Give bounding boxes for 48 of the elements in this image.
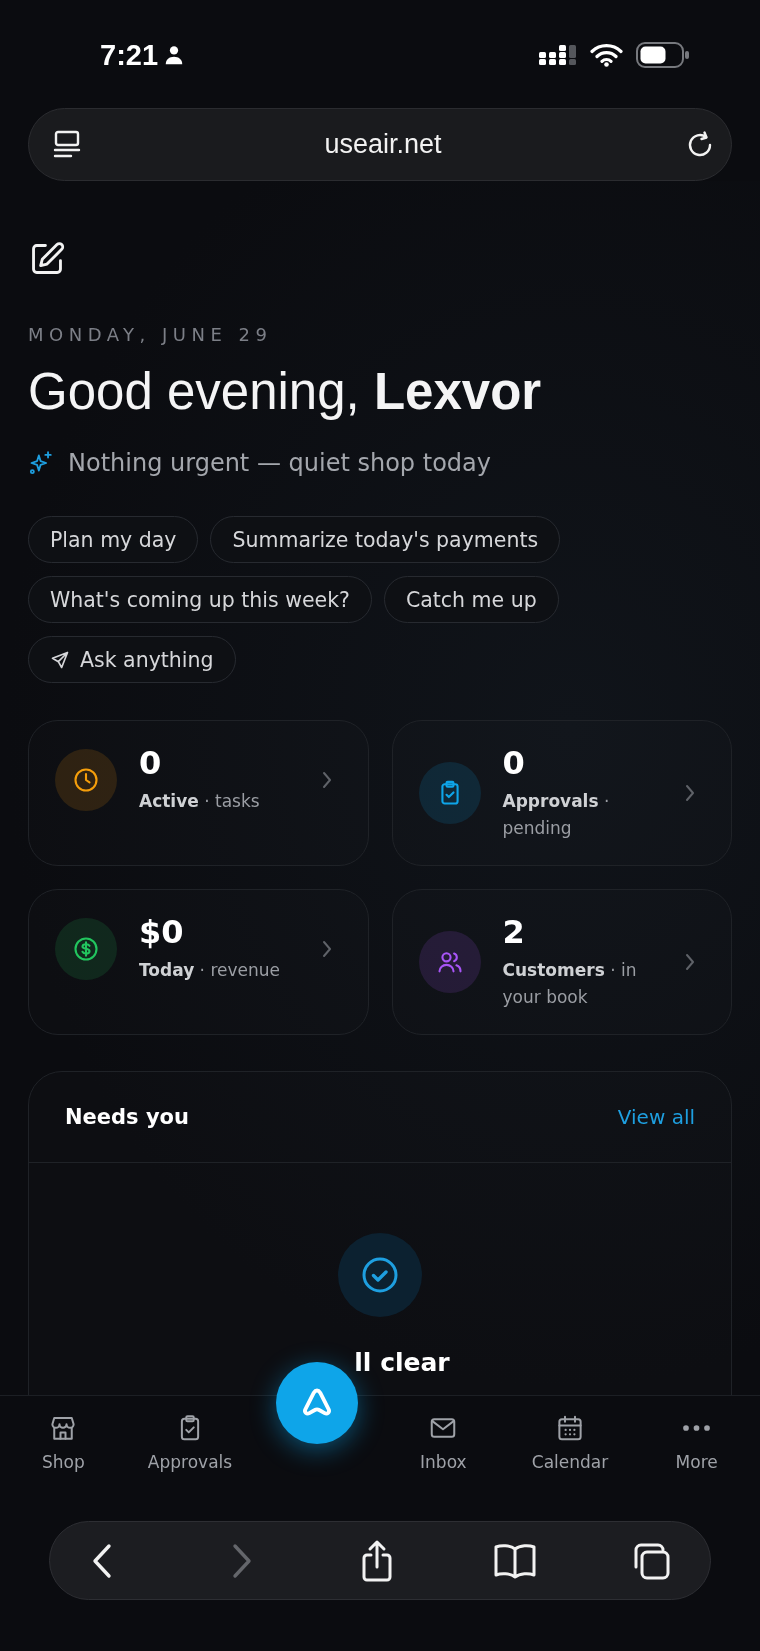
stat-label: Approvals · pending xyxy=(502,790,611,840)
date-label: MONDAY, JUNE 29 xyxy=(28,324,274,346)
battery-icon xyxy=(636,42,690,68)
greeting-heading: Good evening, Lexvor xyxy=(28,362,543,422)
empty-state-title: ll clear xyxy=(354,1347,450,1379)
stat-card[interactable]: $0 Today · revenue xyxy=(28,889,369,1035)
stat-card[interactable]: 2 Customers · in your book xyxy=(391,889,732,1035)
nav-item[interactable]: Inbox xyxy=(420,1413,467,1473)
signal-icon xyxy=(539,44,577,66)
reader-icon[interactable] xyxy=(53,129,81,160)
suggestion-chip[interactable]: Catch me up xyxy=(383,576,559,623)
suggestion-chip[interactable]: Summarize today's payments xyxy=(210,516,561,563)
url-text: useair.net xyxy=(323,129,443,160)
nav-item[interactable]: Calendar xyxy=(531,1413,609,1473)
stat-card[interactable]: 0 Active · tasks xyxy=(28,720,369,866)
chevron-right-icon xyxy=(321,770,332,789)
sparkle-icon xyxy=(28,450,54,476)
section-title: Needs you xyxy=(65,1105,189,1129)
chevron-right-icon xyxy=(685,784,695,802)
chevron-right-icon xyxy=(321,939,332,958)
stat-value: $0 xyxy=(139,913,185,951)
suggestion-chip[interactable]: Ask anything xyxy=(28,636,236,683)
assistant-button[interactable] xyxy=(275,1362,358,1444)
book-icon[interactable] xyxy=(493,1542,537,1579)
ellipsis-icon xyxy=(683,1425,711,1431)
stat-label: Today · revenue xyxy=(139,959,282,982)
stat-label: Customers · in your book xyxy=(502,959,638,1009)
stat-value: 0 xyxy=(502,744,526,782)
summary-text: Nothing urgent — quiet shop today xyxy=(68,448,491,478)
nav-item[interactable]: Shop xyxy=(41,1413,85,1473)
send-icon xyxy=(50,649,70,670)
stat-value: 0 xyxy=(139,744,163,782)
suggestion-chip[interactable]: Plan my day xyxy=(28,516,199,563)
calendar-icon xyxy=(555,1413,585,1443)
view-all-link[interactable]: View all xyxy=(617,1105,695,1129)
address-bar[interactable]: useair.net xyxy=(28,108,732,181)
stat-value: 2 xyxy=(502,913,526,951)
wifi-icon xyxy=(590,43,623,67)
nav-item[interactable]: More xyxy=(675,1413,718,1473)
nav-item[interactable]: Approvals xyxy=(147,1413,233,1473)
back-icon[interactable] xyxy=(91,1542,113,1579)
stat-card[interactable]: 0 Approvals · pending xyxy=(391,720,732,866)
share-icon[interactable] xyxy=(360,1538,394,1583)
stat-label: Active · tasks xyxy=(139,790,261,813)
suggestion-chip[interactable]: What's coming up this week? xyxy=(28,576,372,623)
check-circle-icon xyxy=(338,1233,422,1317)
status-time: 7:21 xyxy=(100,38,159,72)
chevron-right-icon xyxy=(685,953,695,971)
